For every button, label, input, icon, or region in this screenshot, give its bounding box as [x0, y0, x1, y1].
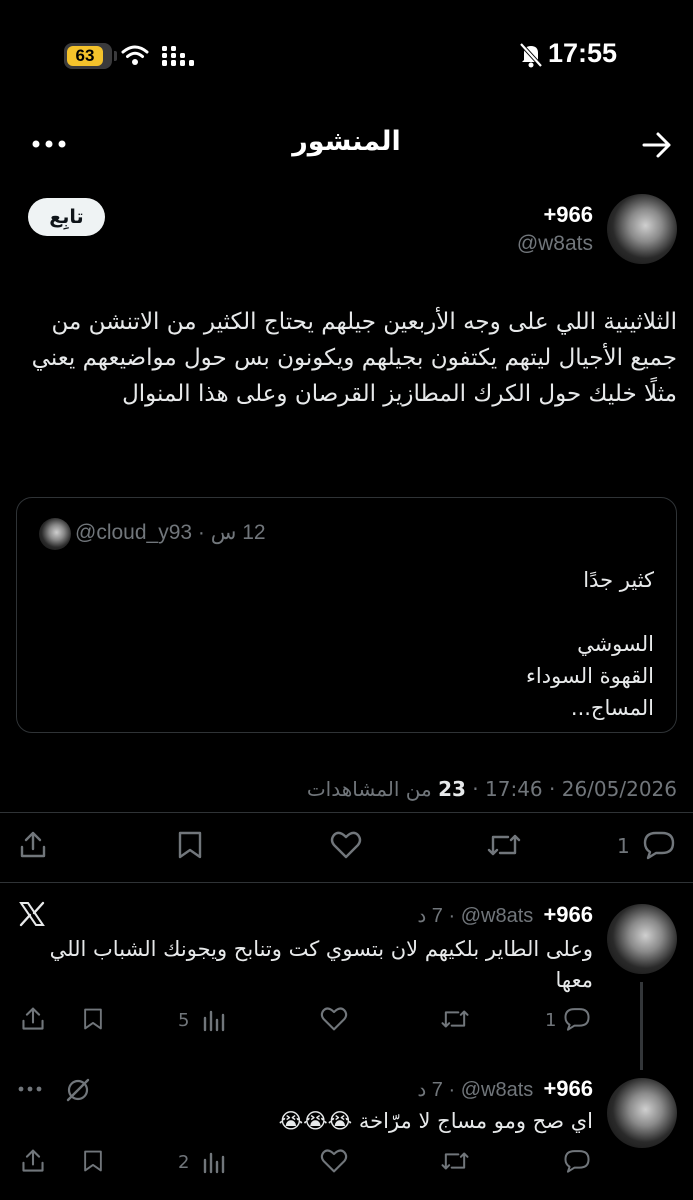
quoted-post[interactable]: @cloud_y93 · 12 س كثير جدًا السوشي القهو… — [16, 497, 677, 733]
post-time: 17:46 — [485, 777, 543, 801]
repost-icon[interactable] — [440, 1006, 470, 1032]
reply-header: 7 د · @w8ats +966 — [417, 1076, 593, 1102]
battery-indicator: 63 — [64, 43, 117, 69]
reply-name[interactable]: +966 — [543, 1076, 593, 1101]
back-arrow-icon[interactable] — [641, 130, 673, 160]
like-heart-icon[interactable] — [320, 1006, 348, 1032]
reply-handle: @w8ats — [460, 905, 534, 927]
share-icon[interactable] — [20, 1148, 46, 1174]
post-date: 26/05/2026 — [561, 777, 677, 801]
reply-avatar[interactable] — [607, 1078, 677, 1148]
battery-level: 63 — [67, 46, 103, 66]
meta-dot: · — [542, 777, 562, 801]
more-options-icon[interactable] — [18, 1086, 42, 1092]
divider — [0, 882, 693, 883]
follow-button[interactable]: تابِع — [28, 198, 105, 236]
status-time: 17:55 — [547, 38, 617, 68]
grok-icon[interactable] — [64, 1076, 92, 1104]
reply-bubble-icon[interactable] — [563, 1148, 591, 1174]
reply-reply-count: 1 — [545, 1010, 557, 1031]
quoted-author-avatar — [39, 518, 71, 550]
thread-line — [640, 982, 643, 1070]
author-avatar[interactable] — [607, 194, 677, 264]
meta-dot: · — [442, 905, 461, 927]
views-bar-icon[interactable] — [202, 1008, 226, 1032]
reply-view-count: 2 — [178, 1152, 190, 1173]
x-logo-icon — [18, 900, 46, 928]
share-icon[interactable] — [20, 1006, 46, 1032]
bookmark-icon[interactable] — [176, 830, 204, 860]
quoted-author-handle: @cloud_y93 — [75, 521, 193, 544]
reply-name[interactable]: +966 — [543, 902, 593, 927]
like-heart-icon[interactable] — [330, 830, 362, 860]
repost-icon[interactable] — [486, 830, 522, 860]
bookmark-icon[interactable] — [82, 1006, 104, 1032]
views-bar-icon[interactable] — [202, 1150, 226, 1174]
bookmark-icon[interactable] — [82, 1148, 104, 1174]
reply-age: 7 د — [417, 1079, 443, 1101]
repost-icon[interactable] — [440, 1148, 470, 1174]
wifi-icon — [121, 44, 149, 66]
post-meta: 26/05/2026 · 17:46 · 23 من المشاهدات — [307, 777, 677, 801]
author-name[interactable]: +966 — [543, 202, 593, 228]
reply-bubble-icon[interactable] — [563, 1006, 591, 1032]
cellular-signal-icon — [162, 44, 196, 68]
meta-dot: · — [465, 777, 485, 801]
author-handle[interactable]: @w8ats — [517, 232, 593, 256]
post-text: الثلاثينية اللي على وجه الأربعين جيلهم ي… — [24, 309, 677, 407]
reply-count: 1 — [617, 834, 630, 858]
quoted-post-text: كثير جدًا السوشي القهوة السوداء المساج..… — [526, 568, 654, 720]
views-label: من المشاهدات — [306, 777, 432, 801]
divider — [0, 812, 693, 813]
like-heart-icon[interactable] — [320, 1148, 348, 1174]
page-title: المنشور — [292, 126, 401, 157]
reply-text: وعلى الطاير بلكيهم لان بتسوي كت وتنابح و… — [49, 937, 593, 992]
battery-cap — [114, 51, 117, 61]
reply-handle: @w8ats — [460, 1079, 534, 1101]
meta-dot: · — [192, 521, 211, 544]
reply-text: اي صح ومو مساج لا مرّاخة 😭😭😭 — [278, 1109, 593, 1133]
view-count: 23 — [438, 777, 466, 801]
quoted-post-meta: @cloud_y93 · 12 س — [75, 520, 266, 545]
reply-header: 7 د · @w8ats +966 — [417, 902, 593, 928]
meta-dot: · — [442, 1079, 461, 1101]
reply-age: 7 د — [417, 905, 443, 927]
quoted-post-time: 12 س — [210, 521, 266, 544]
reply-avatar[interactable] — [607, 904, 677, 974]
muted-bell-icon — [519, 42, 543, 68]
reply-view-count: 5 — [178, 1010, 190, 1031]
share-icon[interactable] — [18, 830, 48, 860]
reply-bubble-icon[interactable] — [642, 830, 676, 860]
